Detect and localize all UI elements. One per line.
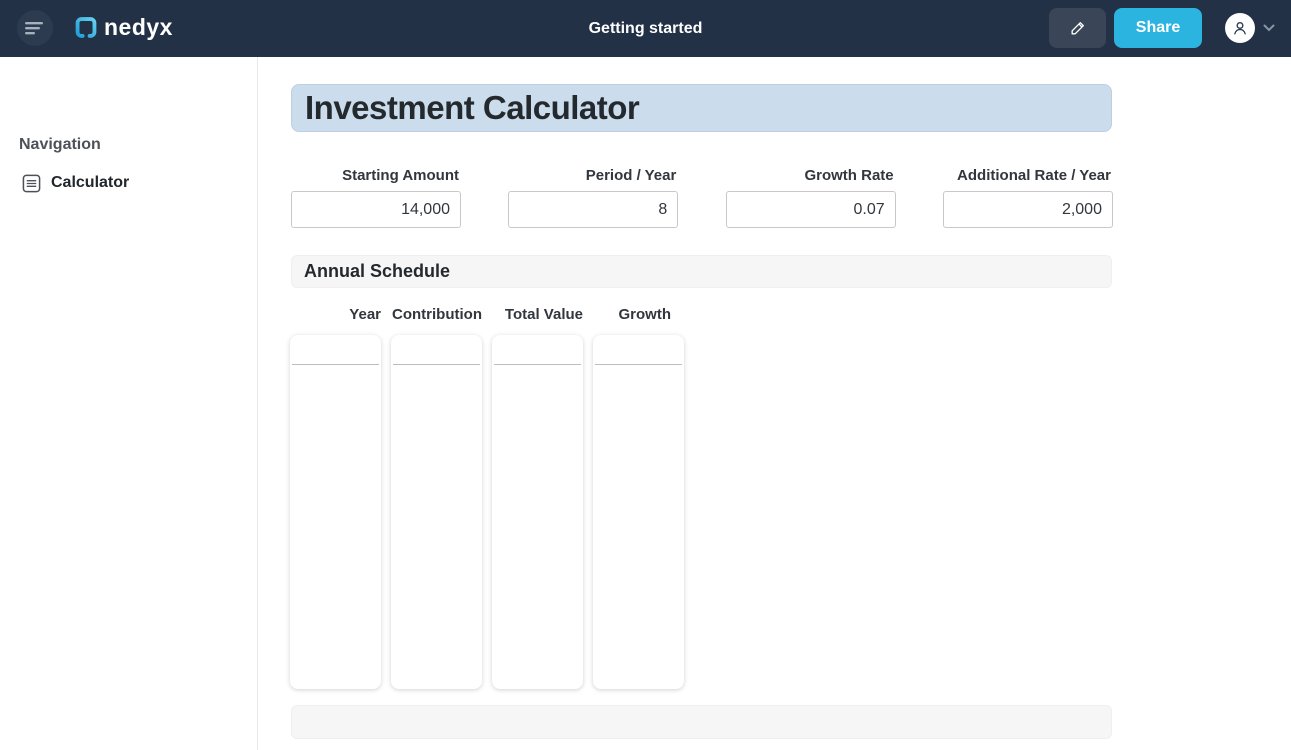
- menu-button[interactable]: [17, 10, 53, 46]
- annual-schedule-header: Annual Schedule: [291, 255, 1112, 288]
- page-title-box: Investment Calculator: [291, 84, 1112, 132]
- schedule-column-growth: [593, 335, 684, 689]
- logo-text: nedyx: [104, 14, 173, 41]
- sidebar-item-calculator[interactable]: Calculator: [14, 167, 244, 199]
- schedule-column-headers: Year Contribution Total Value Growth: [290, 306, 684, 323]
- field-starting-amount: Starting Amount: [291, 167, 461, 228]
- empty-footer-bar: [291, 705, 1112, 739]
- input-fields-row: Starting Amount Period / Year Growth Rat…: [291, 167, 1113, 228]
- sidebar: Navigation Calculator: [0, 57, 258, 750]
- field-period-year: Period / Year: [508, 167, 678, 228]
- nedyx-logo-icon: [72, 14, 100, 41]
- column-head-cell: [494, 335, 581, 365]
- share-button[interactable]: Share: [1114, 8, 1202, 48]
- main-content: Investment Calculator Starting Amount Pe…: [258, 57, 1291, 750]
- field-label: Starting Amount: [291, 167, 461, 184]
- sidebar-item-label: Calculator: [51, 174, 129, 192]
- period-year-input[interactable]: [508, 191, 678, 228]
- field-additional-rate-year: Additional Rate / Year: [943, 167, 1113, 228]
- schedule-column-contribution: [391, 335, 482, 689]
- header-actions: Share: [1049, 8, 1275, 48]
- column-head-cell: [393, 335, 480, 365]
- additional-rate-year-input[interactable]: [943, 191, 1113, 228]
- pencil-icon: [1068, 18, 1088, 38]
- app-logo[interactable]: nedyx: [72, 14, 173, 41]
- column-head-cell: [292, 335, 379, 365]
- field-growth-rate: Growth Rate: [726, 167, 896, 228]
- schedule-column-year: [290, 335, 381, 689]
- field-label: Growth Rate: [726, 167, 896, 184]
- column-header-year: Year: [290, 306, 381, 323]
- field-label: Period / Year: [508, 167, 678, 184]
- column-head-cell: [595, 335, 682, 365]
- user-avatar[interactable]: [1225, 13, 1255, 43]
- chevron-down-icon: [1263, 24, 1275, 32]
- section-title: Annual Schedule: [304, 261, 450, 282]
- edit-button[interactable]: [1049, 8, 1106, 48]
- menu-icon: [25, 20, 45, 36]
- column-header-growth: Growth: [593, 306, 684, 323]
- sidebar-title: Navigation: [19, 136, 101, 154]
- document-list-icon: [22, 174, 41, 193]
- person-icon: [1230, 18, 1250, 38]
- schedule-column-total-value: [492, 335, 583, 689]
- top-bar: nedyx Getting started Share: [0, 0, 1291, 57]
- user-menu-toggle[interactable]: [1263, 24, 1275, 32]
- starting-amount-input[interactable]: [291, 191, 461, 228]
- growth-rate-input[interactable]: [726, 191, 896, 228]
- column-header-total-value: Total Value: [492, 306, 583, 323]
- column-header-contribution: Contribution: [391, 306, 482, 323]
- field-label: Additional Rate / Year: [943, 167, 1113, 184]
- page-title: Investment Calculator: [305, 89, 639, 127]
- schedule-table: [290, 335, 684, 689]
